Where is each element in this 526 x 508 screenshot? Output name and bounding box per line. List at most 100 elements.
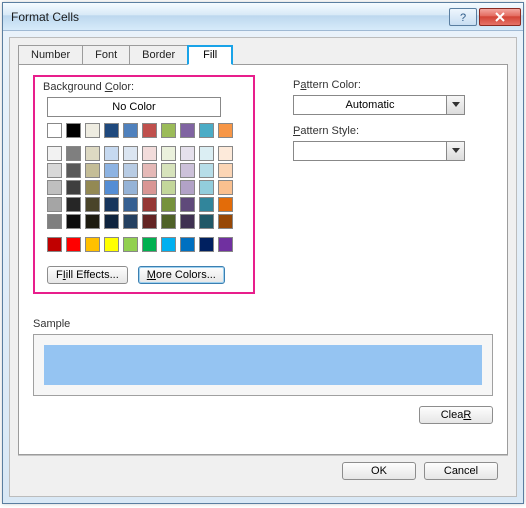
color-swatch[interactable] bbox=[85, 123, 100, 138]
color-swatch[interactable] bbox=[199, 197, 214, 212]
sample-group: Sample bbox=[33, 318, 493, 396]
color-swatch[interactable] bbox=[104, 237, 119, 252]
color-swatch[interactable] bbox=[199, 237, 214, 252]
color-swatch[interactable] bbox=[218, 197, 233, 212]
color-swatch[interactable] bbox=[161, 197, 176, 212]
color-swatch[interactable] bbox=[199, 163, 214, 178]
color-swatch[interactable] bbox=[180, 197, 195, 212]
color-swatch[interactable] bbox=[47, 197, 62, 212]
color-swatch[interactable] bbox=[47, 214, 62, 229]
color-swatch[interactable] bbox=[123, 163, 138, 178]
color-swatch[interactable] bbox=[104, 123, 119, 138]
sample-label: Sample bbox=[33, 318, 493, 330]
color-swatch[interactable] bbox=[161, 163, 176, 178]
color-swatch[interactable] bbox=[85, 237, 100, 252]
color-swatch[interactable] bbox=[142, 180, 157, 195]
titlebar[interactable]: Format Cells ? bbox=[3, 3, 523, 31]
theme-tint-grid bbox=[47, 146, 245, 229]
color-swatch[interactable] bbox=[123, 197, 138, 212]
tab-strip: Number Font Border Fill bbox=[18, 45, 508, 65]
color-swatch[interactable] bbox=[66, 180, 81, 195]
no-color-button[interactable]: No Color bbox=[47, 97, 221, 117]
tab-fill[interactable]: Fill bbox=[187, 45, 233, 65]
color-swatch[interactable] bbox=[104, 180, 119, 195]
color-swatch[interactable] bbox=[161, 180, 176, 195]
color-swatch[interactable] bbox=[142, 123, 157, 138]
color-swatch[interactable] bbox=[161, 123, 176, 138]
color-swatch[interactable] bbox=[85, 197, 100, 212]
color-swatch[interactable] bbox=[180, 180, 195, 195]
color-swatch[interactable] bbox=[66, 197, 81, 212]
color-swatch[interactable] bbox=[218, 180, 233, 195]
color-swatch[interactable] bbox=[180, 237, 195, 252]
color-swatch[interactable] bbox=[142, 146, 157, 161]
background-color-label: Background Color: bbox=[43, 81, 245, 93]
color-swatch[interactable] bbox=[199, 214, 214, 229]
color-swatch[interactable] bbox=[47, 237, 62, 252]
color-swatch[interactable] bbox=[161, 146, 176, 161]
color-swatch[interactable] bbox=[199, 146, 214, 161]
color-swatch[interactable] bbox=[142, 237, 157, 252]
color-swatch[interactable] bbox=[180, 214, 195, 229]
color-swatch[interactable] bbox=[199, 180, 214, 195]
color-swatch[interactable] bbox=[47, 163, 62, 178]
window-title: Format Cells bbox=[11, 10, 449, 24]
pattern-style-combo[interactable] bbox=[293, 141, 465, 161]
color-swatch[interactable] bbox=[104, 163, 119, 178]
color-swatch[interactable] bbox=[161, 237, 176, 252]
color-swatch[interactable] bbox=[142, 214, 157, 229]
color-swatch[interactable] bbox=[85, 146, 100, 161]
color-swatch[interactable] bbox=[85, 163, 100, 178]
color-swatch[interactable] bbox=[66, 237, 81, 252]
pattern-color-combo[interactable]: Automatic bbox=[293, 95, 465, 115]
tab-border[interactable]: Border bbox=[129, 45, 188, 65]
color-swatch[interactable] bbox=[180, 146, 195, 161]
more-colors-button[interactable]: More Colors... bbox=[138, 266, 225, 284]
color-swatch[interactable] bbox=[66, 146, 81, 161]
color-swatch[interactable] bbox=[142, 197, 157, 212]
color-swatch[interactable] bbox=[142, 163, 157, 178]
cancel-button[interactable]: Cancel bbox=[424, 462, 498, 480]
color-swatch[interactable] bbox=[104, 214, 119, 229]
tab-number[interactable]: Number bbox=[18, 45, 83, 65]
color-swatch[interactable] bbox=[66, 163, 81, 178]
color-swatch[interactable] bbox=[123, 214, 138, 229]
pattern-color-label: Pattern Color: bbox=[293, 79, 473, 91]
color-swatch[interactable] bbox=[218, 163, 233, 178]
ok-button[interactable]: OK bbox=[342, 462, 416, 480]
color-swatch[interactable] bbox=[66, 214, 81, 229]
help-button[interactable]: ? bbox=[449, 8, 477, 26]
dialog-body: Number Font Border Fill Background Color… bbox=[9, 37, 517, 497]
color-swatch[interactable] bbox=[47, 180, 62, 195]
color-swatch[interactable] bbox=[180, 163, 195, 178]
svg-text:?: ? bbox=[460, 12, 466, 23]
fill-panel: Background Color: No Color FIill Effects… bbox=[18, 64, 508, 455]
color-swatch[interactable] bbox=[123, 180, 138, 195]
color-swatch[interactable] bbox=[218, 123, 233, 138]
color-swatch[interactable] bbox=[218, 146, 233, 161]
color-swatch[interactable] bbox=[161, 214, 176, 229]
color-swatch[interactable] bbox=[47, 123, 62, 138]
fill-effects-button[interactable]: FIill Effects... bbox=[47, 266, 128, 284]
sample-preview bbox=[44, 345, 482, 385]
tab-font[interactable]: Font bbox=[82, 45, 130, 65]
chevron-down-icon bbox=[446, 142, 464, 160]
sample-box bbox=[33, 334, 493, 396]
clear-button[interactable]: CleaR bbox=[419, 406, 493, 424]
color-swatch[interactable] bbox=[218, 214, 233, 229]
color-swatch[interactable] bbox=[85, 214, 100, 229]
color-swatch[interactable] bbox=[123, 123, 138, 138]
color-swatch[interactable] bbox=[123, 146, 138, 161]
color-swatch[interactable] bbox=[199, 123, 214, 138]
color-swatch[interactable] bbox=[123, 237, 138, 252]
color-swatch[interactable] bbox=[218, 237, 233, 252]
color-swatch[interactable] bbox=[104, 146, 119, 161]
color-swatch[interactable] bbox=[85, 180, 100, 195]
color-swatch[interactable] bbox=[104, 197, 119, 212]
color-swatch[interactable] bbox=[180, 123, 195, 138]
chevron-down-icon bbox=[446, 96, 464, 114]
color-swatch[interactable] bbox=[47, 146, 62, 161]
dialog-footer: OK Cancel bbox=[18, 455, 508, 488]
color-swatch[interactable] bbox=[66, 123, 81, 138]
close-button[interactable] bbox=[479, 8, 521, 26]
